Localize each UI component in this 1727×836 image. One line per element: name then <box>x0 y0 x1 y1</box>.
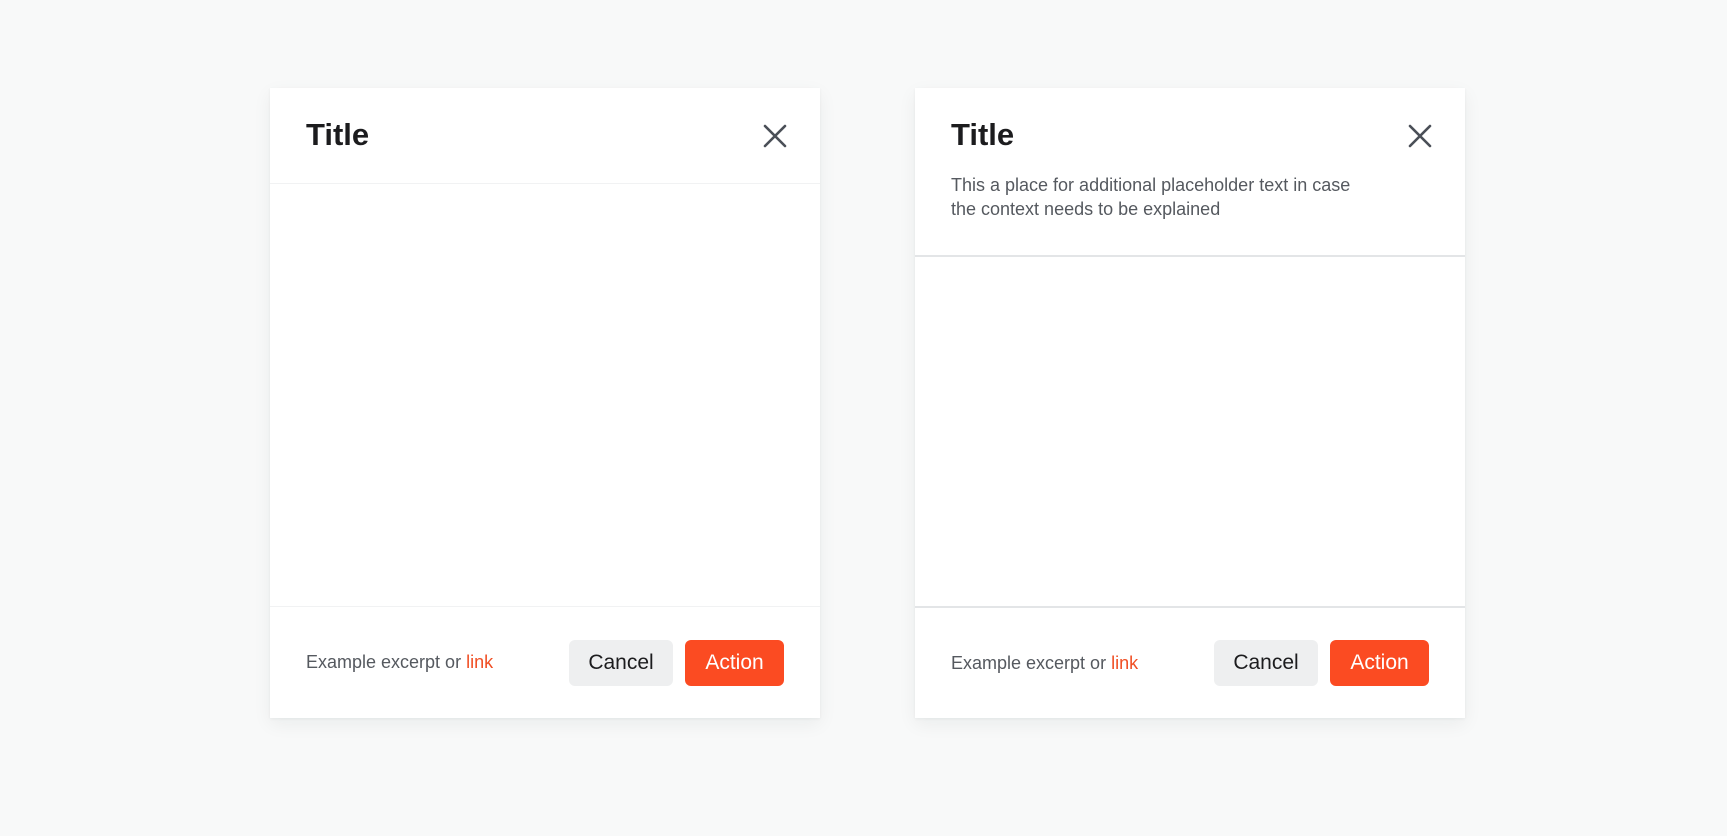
close-icon <box>1408 124 1432 148</box>
action-button[interactable]: Action <box>1330 640 1429 686</box>
modal-subtitle: This a place for additional placeholder … <box>951 175 1351 219</box>
footer-excerpt: Example excerpt or link <box>306 652 493 673</box>
modal-footer: Example excerpt or link Cancel Action <box>915 606 1465 718</box>
footer-excerpt-text: Example excerpt or <box>951 652 1112 673</box>
footer-actions: Cancel Action <box>569 639 784 686</box>
modal-header: Title This a place for additional placeh… <box>915 88 1465 257</box>
cancel-button[interactable]: Cancel <box>569 639 673 686</box>
modal-header: Title <box>270 88 820 184</box>
footer-actions: Cancel Action <box>1214 640 1429 686</box>
footer-link[interactable]: link <box>1111 653 1138 673</box>
modal-footer: Example excerpt or link Cancel Action <box>270 606 820 718</box>
modal-body <box>915 257 1465 606</box>
close-icon <box>763 124 787 148</box>
footer-excerpt-text: Example excerpt or <box>306 652 467 672</box>
close-button[interactable] <box>760 121 790 151</box>
footer-link[interactable]: link <box>466 652 493 672</box>
footer-excerpt: Example excerpt or link <box>951 653 1138 674</box>
modal-with-subtitle: Title This a place for additional placeh… <box>915 88 1465 718</box>
modal-simple: Title Example excerpt or link Cancel Act… <box>270 88 820 718</box>
modal-title: Title <box>306 117 370 152</box>
cancel-button[interactable]: Cancel <box>1214 640 1318 686</box>
action-button[interactable]: Action <box>685 639 784 686</box>
modal-body <box>270 184 820 606</box>
modal-title: Title <box>951 117 1015 152</box>
close-button[interactable] <box>1405 121 1435 151</box>
